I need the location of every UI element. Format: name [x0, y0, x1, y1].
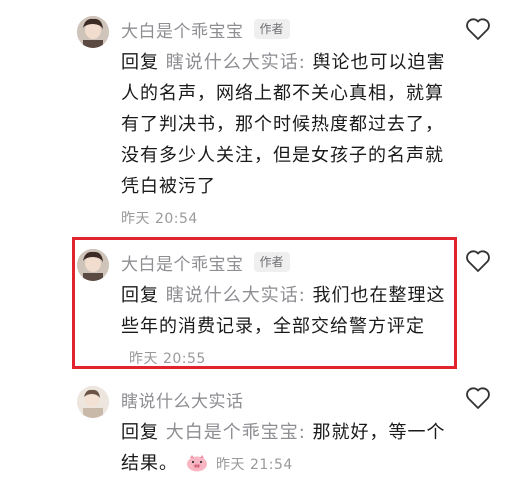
heart-outline-icon[interactable]: [465, 249, 491, 273]
pig-face-emoji: [187, 455, 207, 472]
reply-target-user[interactable]: 瞎说什么大实话:: [166, 285, 313, 306]
reply-target-name[interactable]: 瞎说什么大实话: [166, 52, 299, 73]
heart-outline-icon[interactable]: [465, 386, 491, 410]
comment-content: 舆论也可以迫害人的名声，网络上都不关心真相，就算有了判决书，那个时候热度都过去了…: [121, 52, 446, 197]
heart-outline-icon[interactable]: [465, 17, 491, 41]
reply-label: 回复: [121, 52, 159, 73]
comment-header: 大白是个乖宝宝 作者: [121, 249, 290, 275]
reply-label: 回复: [121, 422, 159, 443]
avatar[interactable]: [77, 16, 109, 48]
reply-target-user[interactable]: 瞎说什么大实话:: [166, 52, 313, 73]
author-badge: 作者: [253, 19, 290, 39]
reply-target-user[interactable]: 大白是个乖宝宝:: [166, 422, 313, 443]
reply-target-name[interactable]: 瞎说什么大实话: [166, 285, 299, 306]
reply-label: 回复: [121, 285, 159, 306]
username[interactable]: 大白是个乖宝宝: [121, 250, 244, 275]
comment-header: 瞎说什么大实话: [121, 386, 244, 412]
comment-text: 回复 瞎说什么大实话: 我们也在整理这些年的消费记录，全部交给警方评定昨天 20…: [121, 280, 446, 375]
reply-separator: :: [298, 52, 313, 73]
comment-text: 回复 大白是个乖宝宝: 那就好，等一个结果。 昨天 21:54: [121, 417, 446, 481]
reply-separator: :: [298, 285, 313, 306]
timestamp: 昨天 21:54: [216, 457, 293, 473]
username[interactable]: 大白是个乖宝宝: [121, 17, 244, 42]
avatar[interactable]: [77, 249, 109, 281]
timestamp: 昨天 20:54: [121, 211, 198, 227]
timestamp: 昨天 20:55: [129, 351, 206, 367]
avatar[interactable]: [77, 386, 109, 418]
reply-target-name[interactable]: 大白是个乖宝宝: [166, 422, 299, 443]
author-badge: 作者: [253, 252, 290, 272]
comment-header: 大白是个乖宝宝 作者: [121, 16, 290, 42]
username[interactable]: 瞎说什么大实话: [121, 387, 244, 412]
comment-text: 回复 瞎说什么大实话: 舆论也可以迫害人的名声，网络上都不关心真相，就算有了判决…: [121, 47, 451, 202]
reply-separator: :: [298, 422, 313, 443]
